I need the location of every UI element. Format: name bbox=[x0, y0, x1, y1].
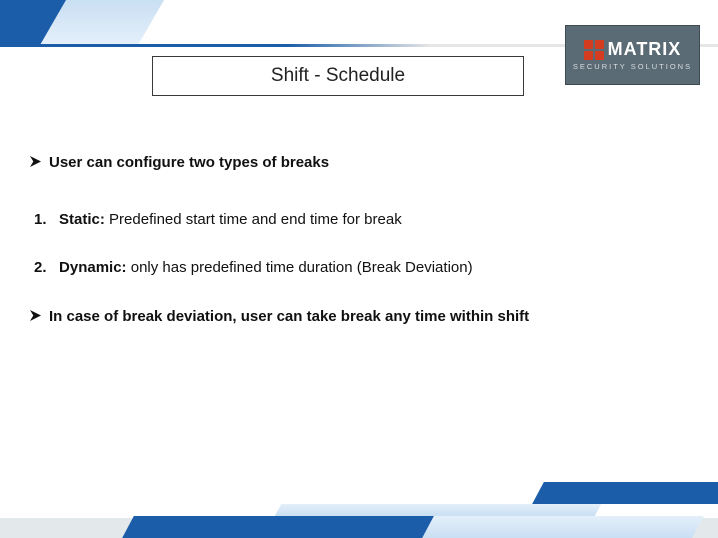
number-prefix: 2. bbox=[34, 259, 47, 276]
bullet-text: User can configure two types of breaks bbox=[49, 152, 329, 175]
bullet-text: In case of break deviation, user can tak… bbox=[49, 306, 529, 329]
numbered-item-2: 2. Dynamic: only has predefined time dur… bbox=[34, 257, 688, 280]
brand-logo-icon bbox=[584, 40, 604, 60]
slide-title: Shift - Schedule bbox=[152, 56, 524, 96]
brand-logo-tagline: SECURITY SOLUTIONS bbox=[573, 62, 692, 71]
footer-strip-dark bbox=[122, 516, 434, 538]
numbered-item-1: 1. Static: Predefined start time and end… bbox=[34, 209, 688, 232]
bullet-item: User can configure two types of breaks bbox=[30, 152, 688, 175]
bullet-item: In case of break deviation, user can tak… bbox=[30, 306, 688, 329]
brand-logo-main: MATRIX bbox=[584, 39, 682, 60]
numbered-rest: Predefined start time and end time for b… bbox=[105, 211, 402, 228]
brand-logo-text: MATRIX bbox=[608, 39, 682, 60]
footer-decoration bbox=[0, 474, 718, 538]
numbered-lead: Static: bbox=[59, 211, 105, 228]
brand-logo: MATRIX SECURITY SOLUTIONS bbox=[565, 25, 700, 85]
number-prefix: 1. bbox=[34, 211, 47, 228]
footer-strip-dark bbox=[532, 482, 718, 504]
footer-strip-light bbox=[275, 504, 601, 516]
numbered-rest: only has predefined time duration (Break… bbox=[127, 259, 473, 276]
bullet-arrow-icon bbox=[30, 310, 41, 321]
numbered-lead: Dynamic: bbox=[59, 259, 127, 276]
bullet-arrow-icon bbox=[30, 156, 41, 167]
slide-body: User can configure two types of breaks 1… bbox=[30, 152, 688, 362]
footer-strip-light bbox=[392, 516, 704, 538]
